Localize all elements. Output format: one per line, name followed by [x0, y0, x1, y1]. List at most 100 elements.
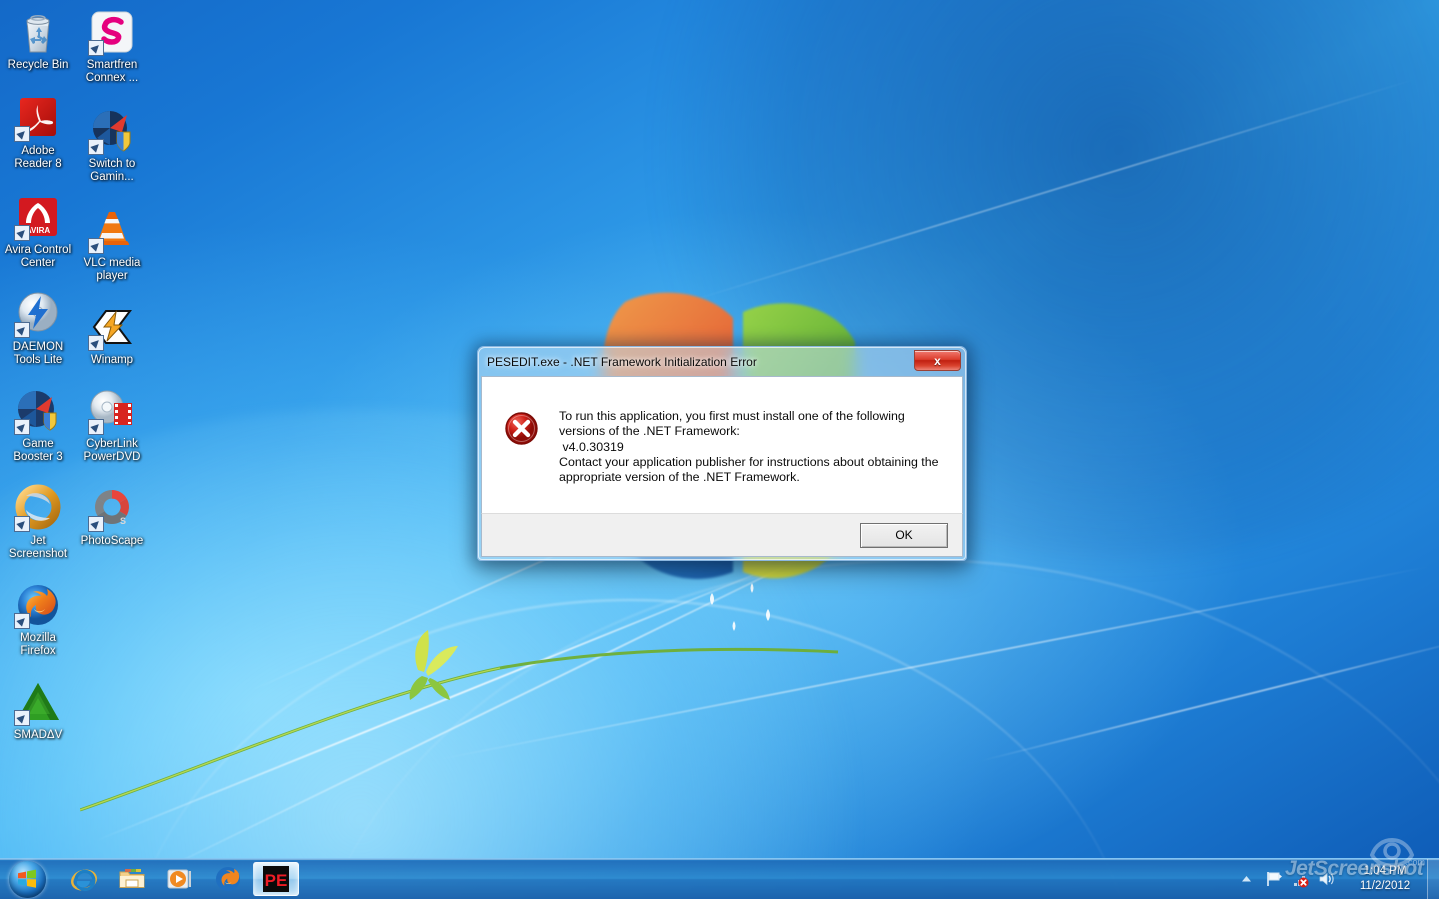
desktop-icon-adobe-reader-8[interactable]: Adobe Reader 8 — [0, 94, 76, 171]
dialog-body: To run this application, you first must … — [481, 376, 963, 513]
desktop-icon-vlc-media-player[interactable]: VLC media player — [74, 206, 150, 283]
dialog-title: PESEDIT.exe - .NET Framework Initializat… — [487, 355, 757, 369]
start-button[interactable] — [1, 860, 53, 898]
wallpaper-streak-f — [979, 634, 1439, 762]
desktop-icon-daemon-tools-lite[interactable]: DAEMON Tools Lite — [0, 290, 76, 367]
desktop-icon-label: Recycle Bin — [7, 59, 69, 71]
winamp-icon — [88, 303, 136, 351]
taskbar-button-internet-explorer[interactable] — [61, 862, 107, 896]
pe-icon: PE — [263, 866, 289, 892]
clock-time: 1:04 PM — [1363, 865, 1407, 877]
desktop-icon-label: DAEMON Tools Lite — [12, 341, 64, 366]
folder-explorer-icon — [119, 869, 145, 888]
taskbar[interactable]: PE 1:04 PM 11/2/2012 — [0, 858, 1439, 899]
taskbar-button-windows-explorer[interactable] — [109, 862, 155, 896]
dialog-title-bar[interactable]: PESEDIT.exe - .NET Framework Initializat… — [481, 350, 963, 376]
desktop-icon-label: Smartfren Connex ... — [85, 59, 139, 84]
net-framework-error-dialog[interactable]: PESEDIT.exe - .NET Framework Initializat… — [477, 346, 967, 561]
system-tray: 1:04 PM 11/2/2012 — [1235, 858, 1439, 899]
desktop-icon-column-1: Recycle Bin Adobe Reader 8 AVIRA Avira C… — [0, 4, 76, 752]
dialog-footer: OK — [481, 513, 963, 557]
vlc-cone-icon — [88, 206, 136, 254]
dialog-message-line-1: To run this application, you first must … — [559, 409, 905, 423]
clock-date: 11/2/2012 — [1359, 880, 1411, 892]
desktop-icon-label: PhotoScape — [80, 535, 144, 547]
desktop-icon-switch-to-gaming[interactable]: Switch to Gamin... — [74, 107, 150, 184]
desktop-icon-game-booster-3[interactable]: Game Booster 3 — [0, 387, 76, 464]
svg-text:PE: PE — [265, 871, 288, 890]
desktop-icon-label: Avira Control Center — [4, 244, 72, 269]
smartfren-connex-icon — [88, 8, 136, 56]
shortcut-arrow-icon — [88, 40, 104, 56]
action-center-flag-icon[interactable] — [1265, 870, 1283, 888]
firefox-icon — [216, 867, 240, 891]
desktop-icon-smadav[interactable]: SMADΔV — [0, 678, 76, 742]
taskbar-clock[interactable]: 1:04 PM 11/2/2012 — [1343, 859, 1427, 899]
desktop-icon-label: Adobe Reader 8 — [14, 145, 62, 170]
taskbar-button-windows-media-player[interactable] — [157, 862, 203, 896]
firefox-icon — [14, 581, 62, 629]
jet-screenshot-icon — [14, 484, 62, 532]
desktop-icon-cyberlink-powerdvd[interactable]: CyberLink PowerDVD — [74, 387, 150, 464]
tray-expand-button[interactable] — [1235, 862, 1257, 896]
powerdvd-icon — [88, 387, 136, 435]
avira-icon: AVIRA — [14, 193, 62, 241]
dialog-message: To run this application, you first must … — [559, 399, 939, 513]
chevron-up-icon — [1241, 876, 1251, 882]
desktop-icon-jet-screenshot[interactable]: Jet Screenshot — [0, 484, 76, 561]
desktop-icon-label: Switch to Gamin... — [88, 158, 136, 183]
desktop-icon-smartfren-connex[interactable]: Smartfren Connex ... — [74, 8, 150, 85]
adobe-reader-icon — [14, 94, 62, 142]
desktop-icon-label: Game Booster 3 — [13, 438, 63, 463]
wallpaper-sparkles — [690, 575, 820, 645]
smadav-icon — [14, 678, 62, 726]
desktop-icon-label: VLC media player — [83, 257, 141, 282]
dialog-message-line-4: Contact your application publisher for i… — [559, 454, 939, 469]
desktop-icon-label: SMADΔV — [13, 729, 63, 741]
svg-text:S: S — [120, 516, 126, 526]
shortcut-arrow-icon — [88, 335, 104, 351]
tray-icon-list — [1257, 870, 1343, 888]
desktop-icon-mozilla-firefox[interactable]: Mozilla Firefox — [0, 581, 76, 658]
daemon-tools-icon — [14, 290, 62, 338]
desktop-icon-label: CyberLink PowerDVD — [83, 438, 141, 463]
photoscape-icon: S — [88, 484, 136, 532]
error-circle-x-icon — [504, 411, 539, 446]
shortcut-arrow-icon — [88, 419, 104, 435]
desktop[interactable]: Recycle Bin Adobe Reader 8 AVIRA Avira C… — [0, 0, 1439, 899]
desktop-icon-column-2: Smartfren Connex ... Switch to Gamin... — [74, 4, 150, 558]
close-icon: x — [934, 353, 941, 368]
shortcut-arrow-icon — [88, 238, 104, 254]
shortcut-arrow-icon — [14, 710, 30, 726]
desktop-icon-avira-control-center[interactable]: AVIRA Avira Control Center — [0, 193, 76, 270]
desktop-icon-photoscape[interactable]: S PhotoScape — [74, 484, 150, 548]
desktop-icon-label: Jet Screenshot — [8, 535, 68, 560]
show-desktop-button[interactable] — [1427, 858, 1439, 899]
shortcut-arrow-icon — [14, 126, 30, 142]
shortcut-arrow-icon — [14, 516, 30, 532]
desktop-icon-winamp[interactable]: Winamp — [74, 303, 150, 367]
volume-speaker-icon[interactable] — [1317, 870, 1335, 888]
recycle-bin-icon — [14, 8, 62, 56]
ok-button[interactable]: OK — [860, 522, 948, 548]
taskbar-button-pesedit[interactable]: PE — [253, 862, 299, 896]
dialog-message-line-3: v4.0.30319 — [559, 439, 624, 454]
media-player-icon — [167, 869, 191, 889]
dialog-message-line-5: appropriate version of the .NET Framewor… — [559, 470, 800, 485]
shortcut-arrow-icon — [88, 516, 104, 532]
desktop-icon-label: Winamp — [90, 354, 134, 366]
internet-explorer-icon — [71, 869, 97, 892]
network-error-icon[interactable] — [1291, 870, 1309, 888]
dialog-message-line-2: versions of the .NET Framework: — [559, 424, 740, 439]
game-booster-icon — [14, 387, 62, 435]
shortcut-arrow-icon — [88, 139, 104, 155]
close-button[interactable]: x — [914, 350, 961, 371]
game-booster-switch-icon — [88, 107, 136, 155]
shortcut-arrow-icon — [14, 322, 30, 338]
taskbar-button-mozilla-firefox[interactable] — [205, 862, 251, 896]
taskbar-buttons: PE — [61, 862, 299, 896]
shortcut-arrow-icon — [14, 225, 30, 241]
shortcut-arrow-icon — [14, 419, 30, 435]
desktop-icon-recycle-bin[interactable]: Recycle Bin — [0, 8, 76, 72]
shortcut-arrow-icon — [14, 613, 30, 629]
